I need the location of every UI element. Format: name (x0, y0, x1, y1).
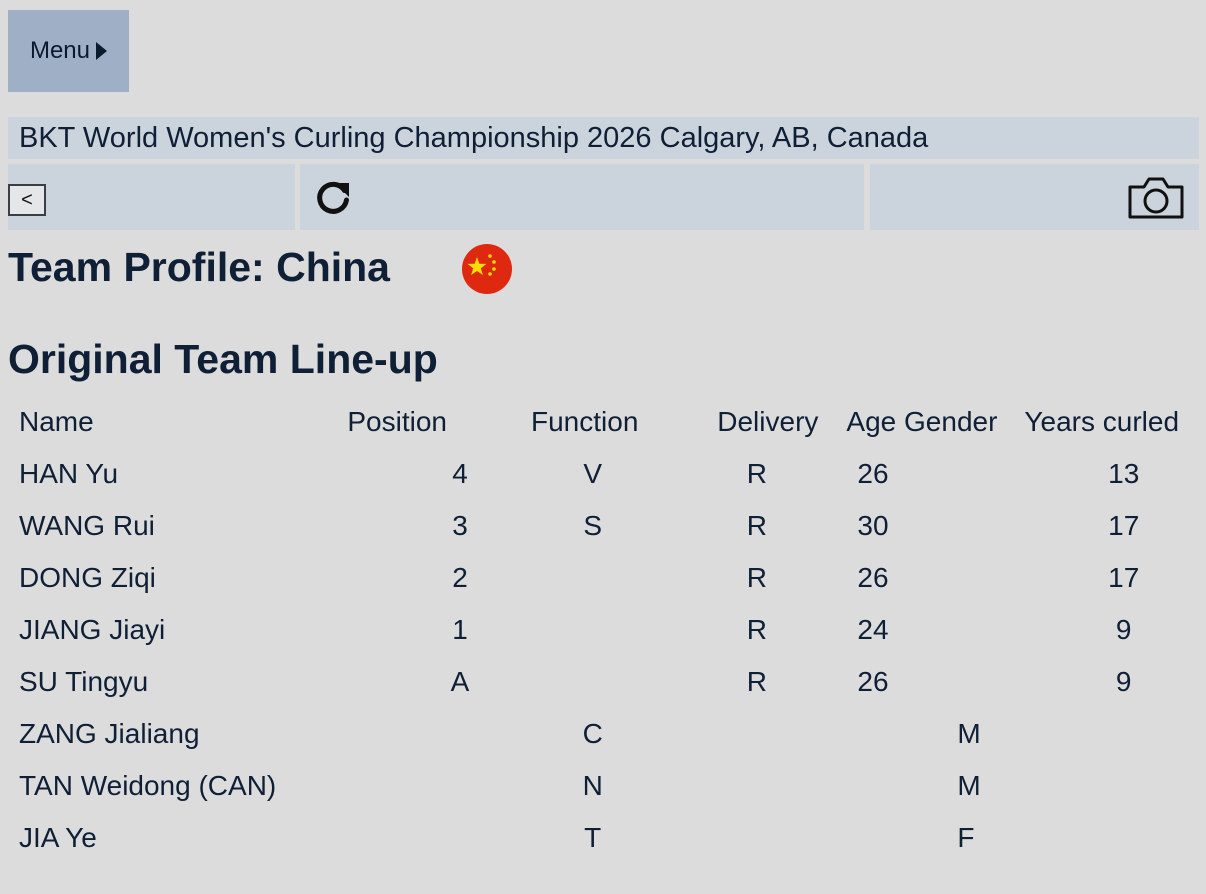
cell-name: TAN Weidong (CAN) (19, 770, 277, 801)
cell-age-gender: 26 (857, 552, 1048, 604)
cell-years-curled: 9 (1115, 614, 1132, 645)
toolbar-right (870, 164, 1199, 230)
cell-function: T (584, 822, 602, 853)
cell-years-curled: 17 (1108, 562, 1140, 593)
cell-age-gender: 26 (857, 448, 1048, 500)
cell-function (531, 604, 638, 656)
cell-delivery: R (746, 562, 768, 593)
cell-years-curled (1046, 760, 1201, 812)
cell-function (531, 552, 638, 604)
menu-button[interactable]: Menu (8, 10, 129, 92)
cell-position: 1 (452, 614, 468, 645)
table-row: DONG Ziqi 2 R 26 17 (8, 552, 1203, 604)
cell-position (308, 760, 531, 812)
cell-name: JIANG Jiayi (19, 614, 166, 645)
cell-age: 24 (857, 614, 889, 645)
cell-years-curled (1046, 708, 1201, 760)
column-header-years-curled: Years curled (1024, 406, 1180, 437)
column-header-delivery: Delivery (717, 406, 819, 437)
camera-icon[interactable] (1126, 175, 1186, 221)
table-row: SU Tingyu A R 26 9 (8, 656, 1203, 708)
table-header-row: Name Position Function Delivery Age Gend… (8, 396, 1203, 448)
cell-delivery (638, 708, 862, 760)
cell-age-gender: 24 (857, 604, 1048, 656)
china-flag-icon (462, 244, 512, 294)
cell-age-gender: 30 (857, 500, 1048, 552)
column-header-age: Age (846, 406, 897, 437)
cell-age-gender: M (865, 760, 1048, 812)
table-row: JIA Ye T F (8, 812, 1203, 864)
cell-function: S (583, 510, 603, 541)
event-title: BKT World Women's Curling Championship 2… (19, 121, 929, 154)
cell-years-curled (1046, 812, 1201, 864)
cell-name: JIA Ye (19, 822, 97, 853)
cell-gender: M (957, 718, 981, 749)
cell-age: 26 (857, 666, 889, 697)
table-row: TAN Weidong (CAN) N M (8, 760, 1203, 812)
toolbar-left: < (8, 164, 295, 230)
back-button[interactable]: < (8, 184, 46, 216)
cell-gender: F (957, 822, 975, 853)
cell-function: V (583, 458, 603, 489)
column-header-age-gender: Age Gender (846, 396, 1029, 448)
cell-delivery: R (746, 666, 768, 697)
cell-function (531, 656, 638, 708)
lineup-title: Original Team Line-up (8, 336, 438, 382)
cell-position (308, 708, 531, 760)
table-row: HAN Yu 4 V R 26 13 (8, 448, 1203, 500)
cell-delivery: R (746, 510, 768, 541)
cell-position: 2 (452, 562, 468, 593)
cell-function: C (582, 718, 603, 749)
column-header-gender: Gender (904, 406, 998, 437)
refresh-icon[interactable] (313, 178, 353, 218)
cell-name: WANG Rui (19, 510, 155, 541)
cell-age-gender: 26 (857, 656, 1048, 708)
cell-delivery: R (746, 458, 768, 489)
cell-name: ZANG Jialiang (19, 718, 200, 749)
back-label: < (21, 188, 33, 211)
cell-age-gender: M (865, 708, 1048, 760)
cell-position (308, 812, 531, 864)
cell-delivery (638, 760, 862, 812)
team-title: Team Profile: China (8, 244, 390, 290)
cell-position: A (450, 666, 470, 697)
cell-age-gender: F (865, 812, 1048, 864)
table-row: ZANG Jialiang C M (8, 708, 1203, 760)
triangle-right-icon (96, 42, 108, 60)
menu-label: Menu (29, 37, 91, 64)
cell-function: N (582, 770, 603, 801)
table-row: JIANG Jiayi 1 R 24 9 (8, 604, 1203, 656)
cell-delivery (638, 812, 862, 864)
event-title-bar: BKT World Women's Curling Championship 2… (8, 117, 1199, 159)
cell-years-curled: 9 (1115, 666, 1132, 697)
column-header-name: Name (19, 406, 94, 437)
cell-name: HAN Yu (19, 458, 119, 489)
column-header-function: Function (531, 406, 639, 437)
column-header-position: Position (347, 406, 447, 437)
cell-years-curled: 13 (1108, 458, 1140, 489)
toolbar-middle (300, 164, 864, 230)
cell-age: 26 (857, 458, 889, 489)
cell-position: 3 (452, 510, 468, 541)
table-row: WANG Rui 3 S R 30 17 (8, 500, 1203, 552)
cell-gender: M (957, 770, 981, 801)
cell-name: DONG Ziqi (19, 562, 156, 593)
cell-years-curled: 17 (1108, 510, 1140, 541)
cell-age: 26 (857, 562, 889, 593)
lineup-table: Name Position Function Delivery Age Gend… (8, 396, 1203, 864)
cell-age: 30 (857, 510, 889, 541)
cell-delivery: R (746, 614, 768, 645)
cell-name: SU Tingyu (19, 666, 149, 697)
cell-position: 4 (452, 458, 468, 489)
